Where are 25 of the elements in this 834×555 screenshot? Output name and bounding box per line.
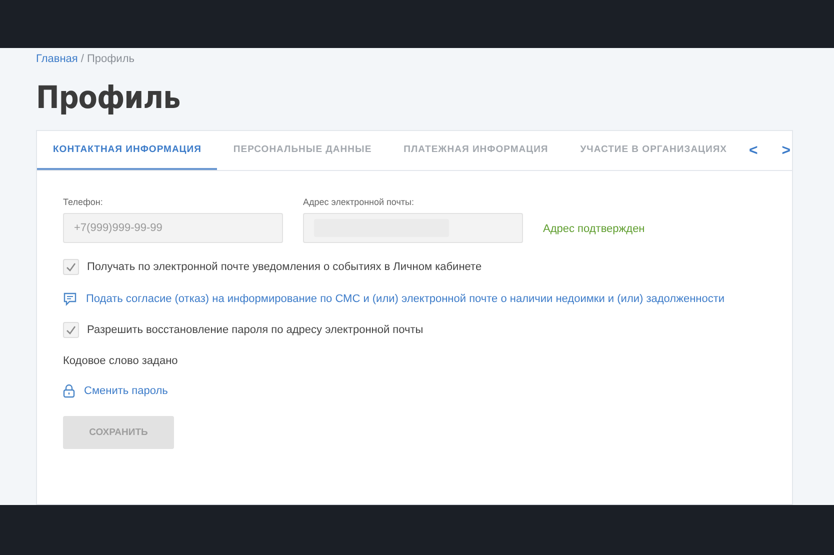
code-word-status: Кодовое слово задано (63, 355, 178, 367)
check-icon (65, 261, 77, 273)
tab[interactable]: ПЕРСОНАЛЬНЫЕ ДАННЫЕ (217, 131, 388, 170)
scroll-right-button[interactable]: > (776, 142, 797, 159)
checkbox-label: Получать по электронной почте уведомления о событиях в Личном кабинете (87, 261, 482, 273)
tab[interactable]: УЧАСТИЕ В ОРГАНИЗАЦИЯХ (564, 131, 743, 170)
chat-icon (63, 292, 77, 306)
email-input[interactable] (303, 213, 523, 243)
checkbox[interactable] (63, 322, 79, 338)
breadcrumb-link[interactable]: Главная (36, 53, 78, 65)
email-status: Адрес подтвержден (543, 223, 645, 235)
checkbox-label: Разрешить восстановление пароля по адресу электронной почты (87, 324, 424, 336)
checkbox[interactable] (63, 259, 79, 275)
check-icon (65, 324, 77, 336)
breadcrumb-current: / Профиль (80, 53, 134, 65)
consent-link[interactable]: Подать согласие (отказ) на информирование по СМС и (или) электронной почте о наличии недоимки и (или) задолженности (86, 293, 725, 305)
tab[interactable]: ПЛАТЕЖНАЯ ИНФОРМАЦИЯ (388, 131, 564, 170)
page-title: Профиль (36, 80, 182, 116)
lock-icon (63, 384, 75, 398)
field-label: Адрес электронной почты: (303, 197, 416, 207)
scroll-left-button[interactable]: < (742, 142, 764, 159)
change-password-link[interactable]: Сменить пароль (84, 385, 168, 397)
tab[interactable]: КОНТАКТНАЯ ИНФОРМАЦИЯ (37, 131, 218, 170)
field-label: Телефон: (63, 197, 104, 207)
phone-input[interactable]: +7(999)999-99-99 (63, 213, 283, 243)
